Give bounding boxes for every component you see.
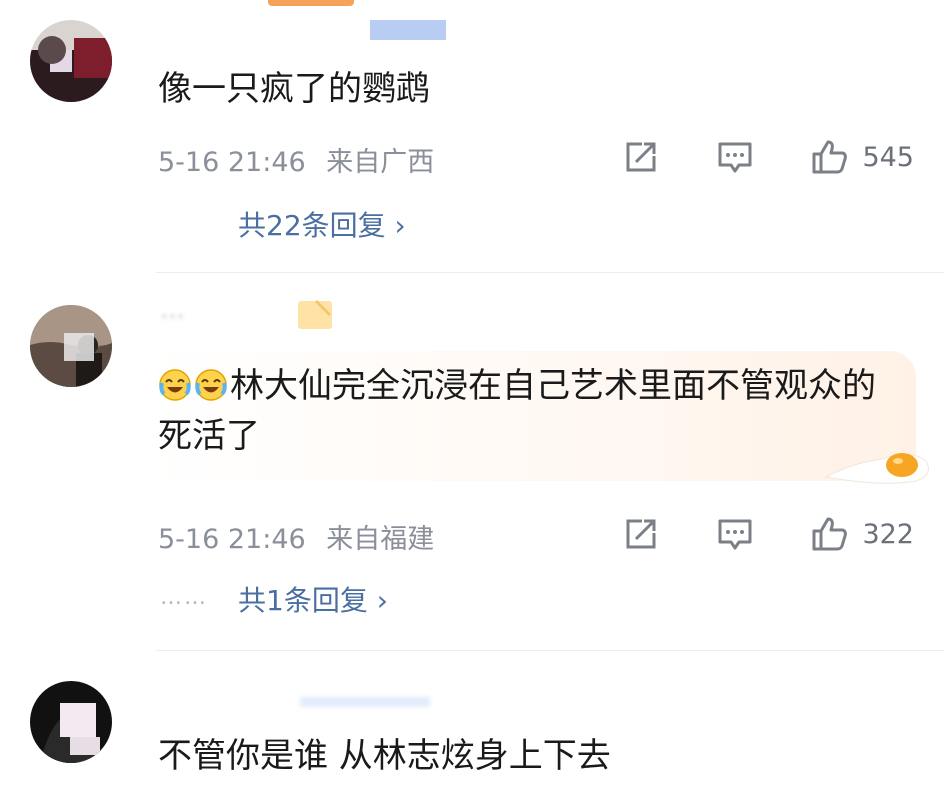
comment-text: 不管你是谁 从林志炫身上下去 <box>158 736 611 776</box>
like-count: 322 <box>862 518 914 550</box>
comment-location: 来自广西 <box>326 147 435 178</box>
view-replies-link[interactable]: 共22条回复 › <box>238 204 406 244</box>
fried-egg-decoration-icon <box>822 441 934 489</box>
comment-text-content: 林大仙完全沉浸在自己艺术里面不管观众的死活了 <box>158 366 876 456</box>
comment-actions: 545 <box>622 138 914 176</box>
comment-text: 林大仙完全沉浸在自己艺术里面不管观众的死活了 <box>158 361 898 461</box>
avatar[interactable] <box>30 20 112 102</box>
share-icon[interactable] <box>622 138 660 176</box>
view-replies-link[interactable]: 共1条回复 › <box>238 579 388 619</box>
comment-icon[interactable] <box>716 515 754 553</box>
username-badge <box>370 20 446 40</box>
comment-actions: 322 <box>622 515 914 553</box>
comment-meta: 5-16 21:46 来自广西 <box>158 140 434 179</box>
comment-meta: 5-16 21:46 来自福建 <box>158 517 434 556</box>
share-icon[interactable] <box>622 515 660 553</box>
comment-time: 5-16 21:46 <box>158 147 306 178</box>
avatar-image <box>30 305 112 387</box>
like-icon[interactable] <box>810 138 848 176</box>
comment-time: 5-16 21:46 <box>158 524 306 555</box>
user-badge-icon <box>296 297 336 331</box>
laugh-cry-emoji-icon <box>158 366 192 401</box>
comment-location: 来自福建 <box>326 524 435 555</box>
laugh-cry-emoji-icon <box>194 366 228 401</box>
comment-2: ... 林大仙完全沉浸在自己艺术里面不管观众的死活了 5-16 21:46 来自… <box>0 273 944 649</box>
reply-preview-dots: …… <box>160 585 208 610</box>
like-icon[interactable] <box>810 515 848 553</box>
avatar[interactable] <box>30 305 112 387</box>
avatar-image <box>30 681 112 763</box>
comment-text: 像一只疯了的鹦鹉 <box>158 69 430 109</box>
username-placeholder <box>300 697 430 707</box>
username[interactable]: ... <box>160 295 185 325</box>
like-count: 545 <box>862 141 914 173</box>
header-tab-indicator <box>268 0 354 6</box>
comment-1: 像一只疯了的鹦鹉 5-16 21:46 来自广西 545 共22条回复 › <box>0 0 944 270</box>
comment-3: 不管你是谁 从林志炫身上下去 <box>0 651 944 797</box>
comment-icon[interactable] <box>716 138 754 176</box>
avatar[interactable] <box>30 681 112 763</box>
avatar-image <box>30 20 112 102</box>
